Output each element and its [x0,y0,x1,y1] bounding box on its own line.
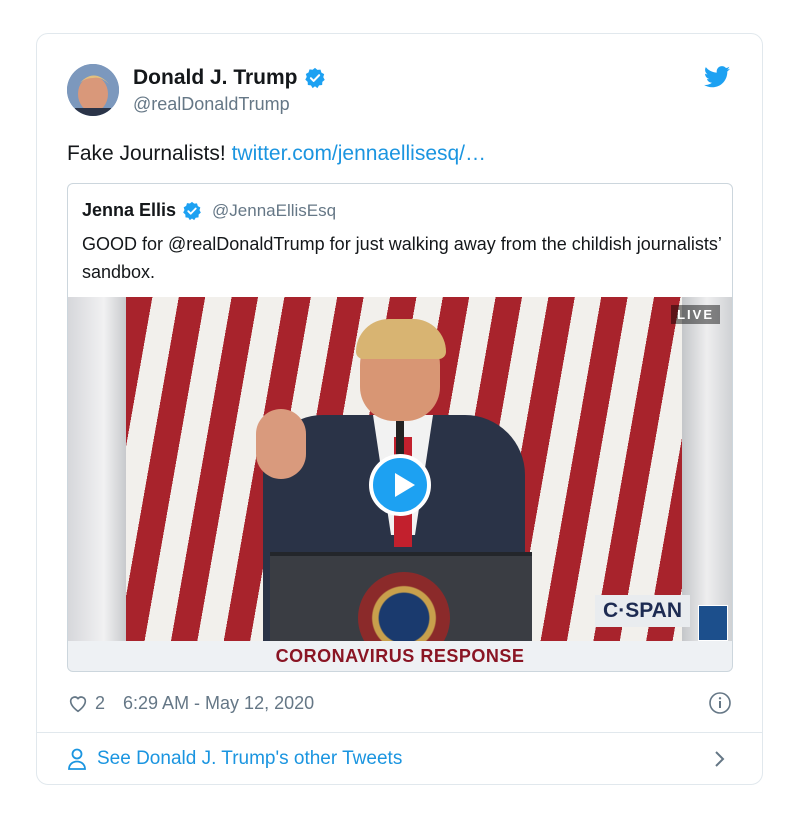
live-badge: LIVE [671,305,720,324]
see-other-tweets-link[interactable]: See Donald J. Trump's other Tweets [97,748,402,770]
chevron-right-icon[interactable] [714,750,726,768]
person-icon [68,748,86,770]
author-handle[interactable]: @realDonaldTrump [133,94,290,115]
timestamp[interactable]: 6:29 AM - May 12, 2020 [123,693,314,714]
author-name-row: Donald J. Trump [133,66,326,90]
video-thumbnail[interactable]: LIVE C·SPAN CORONAVIRUS RESPONSE [68,297,732,671]
caption-banner: CORONAVIRUS RESPONSE [68,641,732,671]
background-pillar [68,297,128,642]
network-corner-logo [698,605,728,641]
author-name[interactable]: Donald J. Trump [133,66,298,90]
play-icon[interactable] [369,454,431,516]
twitter-bird-icon[interactable] [704,66,730,88]
verified-badge-icon [304,67,325,89]
avatar[interactable] [67,64,119,116]
verified-badge-icon [183,201,201,220]
speaker-hand [256,409,306,479]
embedded-tweet-card: Donald J. Trump @realDonaldTrump Fake Jo… [36,33,763,785]
background-pillar [682,297,732,642]
tweet-meta: 2 6:29 AM - May 12, 2020 [67,688,732,718]
quoted-text: GOOD for @realDonaldTrump for just walki… [82,234,722,282]
speaker-hair [356,319,446,359]
quoted-tweet[interactable]: Jenna Ellis @JennaEllisEsq GOOD for @rea… [67,183,733,672]
tweet-text: Fake Journalists! twitter.com/jennaellis… [67,142,486,166]
quoted-author-name: Jenna Ellis [82,200,177,220]
heart-icon[interactable] [67,692,89,714]
see-more-row[interactable]: See Donald J. Trump's other Tweets [67,742,732,776]
tweet-header: Donald J. Trump @realDonaldTrump [67,62,732,122]
tweet-body: Fake Journalists! [67,142,226,165]
like-count[interactable]: 2 [95,693,105,714]
quoted-author-handle: @JennaEllisEsq [212,200,337,220]
tweet-link[interactable]: twitter.com/jennaellisesq/… [232,142,486,165]
info-icon[interactable] [708,691,732,715]
network-logo: C·SPAN [595,595,690,627]
divider [37,732,762,733]
quoted-header: Jenna Ellis @JennaEllisEsq [82,200,336,221]
